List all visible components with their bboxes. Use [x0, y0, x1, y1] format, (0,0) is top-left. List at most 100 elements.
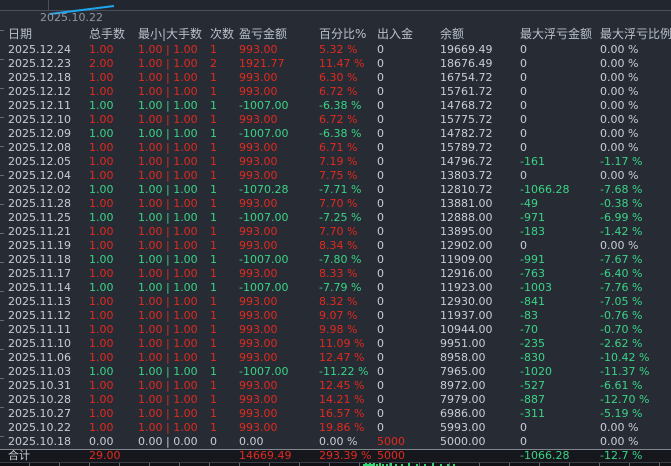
cell-lots: 1.00	[89, 421, 138, 435]
table-row[interactable]: 2025.11.101.001.00 | 1.001993.0011.09 %0…	[0, 337, 671, 351]
cell-maxfloat: 0	[520, 239, 600, 253]
cell-date: 2025.10.28	[8, 393, 89, 407]
cell-maxfloat: 0	[520, 99, 600, 113]
table-row[interactable]: 2025.12.181.001.00 | 1.001993.006.30 %01…	[0, 71, 671, 85]
cell-date: 2025.12.18	[8, 71, 89, 85]
cell-pct: 8.32 %	[319, 295, 377, 309]
cell-pl: 993.00	[239, 323, 319, 337]
table-row[interactable]: 2025.11.251.001.00 | 1.001-1007.00-7.25 …	[0, 211, 671, 225]
table-row[interactable]: 2025.11.141.001.00 | 1.001-1007.00-7.79 …	[0, 281, 671, 295]
cell-maxfloatpct: -12.70 %	[600, 393, 671, 407]
table-row[interactable]: 2025.10.221.001.00 | 1.001993.0019.86 %0…	[0, 421, 671, 435]
cell-minmax: 1.00 | 1.00	[138, 323, 210, 337]
cell-balance: 8958.00	[440, 351, 520, 365]
table-row[interactable]: 2025.11.281.001.00 | 1.001993.007.70 %01…	[0, 197, 671, 211]
cell-pl: 993.00	[239, 169, 319, 183]
header-pl[interactable]: 盈亏金额	[239, 26, 319, 43]
cell-maxfloatpct: -1.42 %	[600, 225, 671, 239]
header-times[interactable]: 次数	[210, 26, 239, 43]
cell-pl: 993.00	[239, 421, 319, 435]
table-row[interactable]: 2025.11.131.001.00 | 1.001993.008.32 %01…	[0, 295, 671, 309]
cell-pl: 993.00	[239, 309, 319, 323]
cell-minmax: 1.00 | 1.00	[138, 407, 210, 421]
cell-lots: 1.00	[89, 379, 138, 393]
cell-maxfloatpct: -5.19 %	[600, 407, 671, 421]
header-inout[interactable]: 出入金	[377, 26, 440, 43]
cell-pct: 16.57 %	[319, 407, 377, 421]
header-pct[interactable]: 百分比%	[319, 26, 377, 43]
table-row[interactable]: 2025.10.281.001.00 | 1.001993.0014.21 %0…	[0, 393, 671, 407]
cell-lots: 1.00	[89, 239, 138, 253]
summary-row[interactable]: 合计 29.00 14669.49 293.39 % 5000 -1066.28…	[0, 449, 671, 462]
cell-times: 1	[210, 239, 239, 253]
header-lots[interactable]: 总手数	[89, 26, 138, 43]
cell-maxfloatpct: 0.00 %	[600, 99, 671, 113]
cell-maxfloat: 0	[520, 127, 600, 141]
cell-times: 1	[210, 85, 239, 99]
table-row[interactable]: 2025.12.081.001.00 | 1.001993.006.71 %01…	[0, 141, 671, 155]
cell-minmax: 1.00 | 1.00	[138, 365, 210, 379]
header-minmax[interactable]: 最小|大手数	[138, 26, 210, 43]
cell-inout: 0	[377, 239, 440, 253]
cell-pct: -6.38 %	[319, 99, 377, 113]
cell-inout: 0	[377, 295, 440, 309]
table-row[interactable]: 2025.11.211.001.00 | 1.001993.007.70 %01…	[0, 225, 671, 239]
chart-axis-date-label: 2025.10.22	[40, 11, 103, 24]
cell-maxfloatpct: -0.76 %	[600, 309, 671, 323]
cell-inout: 0	[377, 323, 440, 337]
table-row[interactable]: 2025.12.041.001.00 | 1.001993.007.75 %01…	[0, 169, 671, 183]
cell-date: 2025.12.24	[8, 43, 89, 57]
table-row[interactable]: 2025.12.091.001.00 | 1.001-1007.00-6.38 …	[0, 127, 671, 141]
cell-lots: 1.00	[89, 295, 138, 309]
cell-pl: 0.00	[239, 435, 319, 449]
header-balance[interactable]: 余额	[440, 26, 520, 43]
cell-pl: 993.00	[239, 85, 319, 99]
table-row[interactable]: 2025.12.111.001.00 | 1.001-1007.00-6.38 …	[0, 99, 671, 113]
cell-lots: 1.00	[89, 225, 138, 239]
cell-maxfloatpct: 0.00 %	[600, 141, 671, 155]
table-row[interactable]: 2025.11.111.001.00 | 1.001993.009.98 %01…	[0, 323, 671, 337]
table-row[interactable]: 2025.10.311.001.00 | 1.001993.0012.45 %0…	[0, 379, 671, 393]
table-row[interactable]: 2025.11.191.001.00 | 1.001993.008.34 %01…	[0, 239, 671, 253]
cell-balance: 13803.72	[440, 169, 520, 183]
cell-minmax: 1.00 | 1.00	[138, 99, 210, 113]
cell-minmax: 1.00 | 1.00	[138, 281, 210, 295]
header-maxfloatpct[interactable]: 最大浮亏比例	[600, 26, 671, 43]
table-row[interactable]: 2025.11.031.001.00 | 1.001-1007.00-11.22…	[0, 365, 671, 379]
table-row[interactable]: 2025.12.101.001.00 | 1.001993.006.72 %01…	[0, 113, 671, 127]
table-row[interactable]: 2025.12.241.001.00 | 1.001993.005.32 %01…	[0, 43, 671, 57]
cell-lots: 1.00	[89, 393, 138, 407]
table-row[interactable]: 2025.12.121.001.00 | 1.001993.006.72 %01…	[0, 85, 671, 99]
cell-pl: 993.00	[239, 225, 319, 239]
table-row[interactable]: 2025.10.271.001.00 | 1.001993.0016.57 %0…	[0, 407, 671, 421]
cell-lots: 1.00	[89, 267, 138, 281]
cell-date: 2025.11.19	[8, 239, 89, 253]
cell-pct: -7.71 %	[319, 183, 377, 197]
table-row[interactable]: 2025.11.121.001.00 | 1.001993.009.07 %01…	[0, 309, 671, 323]
table-row[interactable]: 2025.12.232.001.00 | 1.0021921.7711.47 %…	[0, 57, 671, 71]
cell-minmax: 1.00 | 1.00	[138, 351, 210, 365]
cell-minmax: 1.00 | 1.00	[138, 379, 210, 393]
table-row[interactable]: 2025.12.051.001.00 | 1.001993.007.19 %01…	[0, 155, 671, 169]
cell-pct: 9.07 %	[319, 309, 377, 323]
cell-maxfloat: -991	[520, 253, 600, 267]
table-row[interactable]: 2025.11.181.001.00 | 1.001-1007.00-7.80 …	[0, 253, 671, 267]
header-date[interactable]: 日期	[8, 26, 89, 43]
table-row[interactable]: 2025.12.021.001.00 | 1.001-1070.28-7.71 …	[0, 183, 671, 197]
cell-times: 1	[210, 183, 239, 197]
cell-times: 1	[210, 407, 239, 421]
cell-lots: 1.00	[89, 407, 138, 421]
table-row[interactable]: 2025.11.171.001.00 | 1.001993.008.33 %01…	[0, 267, 671, 281]
table-row[interactable]: 2025.10.180.000.00 | 0.0000.000.00 %5000…	[0, 435, 671, 449]
summary-times	[210, 450, 239, 462]
summary-label: 合计	[8, 450, 89, 462]
header-maxfloat[interactable]: 最大浮亏金额	[520, 26, 600, 43]
cell-pl: 993.00	[239, 141, 319, 155]
cell-date: 2025.12.05	[8, 155, 89, 169]
table-row[interactable]: 2025.11.061.001.00 | 1.001993.0012.47 %0…	[0, 351, 671, 365]
cell-balance: 11909.00	[440, 253, 520, 267]
cell-date: 2025.11.13	[8, 295, 89, 309]
cell-times: 2	[210, 57, 239, 71]
cell-times: 1	[210, 169, 239, 183]
cell-minmax: 1.00 | 1.00	[138, 225, 210, 239]
